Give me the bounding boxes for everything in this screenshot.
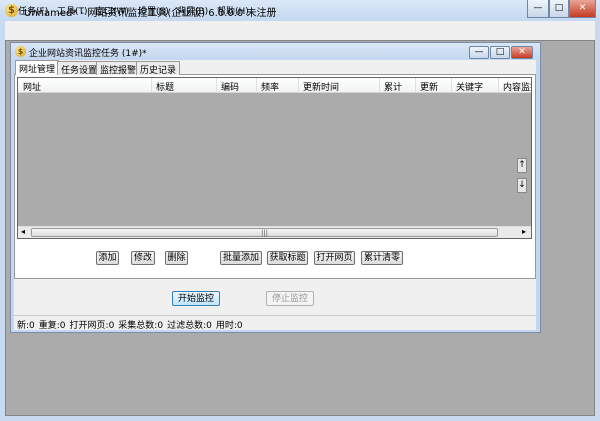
stop-monitor-button[interactable]: 停止监控: [266, 291, 314, 306]
col-update-time[interactable]: 更新时间: [303, 80, 339, 92]
status-new: 新:0: [17, 321, 35, 331]
scroll-thumb[interactable]: |||: [31, 228, 498, 237]
status-bar: 新:0 重复:0 打开网页:0 采集总数:0 过滤总数:0 用时:0: [14, 315, 536, 331]
close-button[interactable]: ✕: [569, 0, 596, 18]
add-button[interactable]: 添加: [96, 251, 119, 265]
tab-history[interactable]: 历史记录: [136, 61, 181, 76]
tab-url-management[interactable]: 网址管理: [15, 60, 60, 75]
col-encoding[interactable]: 编码: [221, 80, 239, 92]
edit-button[interactable]: 修改: [131, 251, 155, 265]
task-minimize-button[interactable]: —: [469, 46, 489, 59]
task-window-title: 企业网站资讯监控任务 (1#)*: [29, 49, 147, 59]
delete-button[interactable]: 删除: [165, 251, 188, 265]
fetch-title-button[interactable]: 获取标题: [267, 251, 308, 265]
minimize-button[interactable]: —: [527, 0, 549, 18]
maximize-button[interactable]: □: [549, 0, 569, 18]
task-logo-icon: $: [15, 46, 26, 57]
menu-background[interactable]: 背景(B): [177, 4, 208, 17]
menu-bar: [5, 21, 595, 40]
app-logo-icon: $: [5, 4, 18, 17]
col-url[interactable]: 网址: [23, 80, 41, 92]
tab-monitor-alarm[interactable]: 监控报警: [96, 61, 141, 76]
status-opened-pages: 打开网页:0: [69, 321, 115, 331]
col-frequency[interactable]: 频率: [261, 80, 279, 92]
col-keyword[interactable]: 关键字: [456, 80, 483, 92]
status-elapsed: 用时:0: [215, 321, 243, 331]
url-list[interactable]: [17, 77, 532, 239]
menu-task[interactable]: 任务(F): [18, 4, 48, 17]
open-page-button[interactable]: 打开网页: [314, 251, 355, 265]
status-filtered-total: 过滤总数:0: [167, 321, 212, 331]
batch-add-button[interactable]: 批量添加: [220, 251, 262, 265]
move-down-button[interactable]: ↓: [517, 178, 527, 193]
menu-help[interactable]: 帮助(H): [217, 4, 249, 17]
task-maximize-button[interactable]: □: [490, 46, 510, 59]
status-collected-total: 采集总数:0: [118, 321, 164, 331]
status-duplicate: 重复:0: [38, 321, 66, 331]
col-content-monitor[interactable]: 内容监控: [503, 80, 531, 92]
tab-task-settings[interactable]: 任务设置: [57, 61, 102, 76]
reset-total-button[interactable]: 累计清零: [361, 251, 403, 265]
menu-window[interactable]: 窗口(W): [95, 4, 129, 17]
col-updates[interactable]: 更新: [420, 80, 438, 92]
col-total[interactable]: 累计: [384, 80, 402, 92]
menu-settings[interactable]: 设置(S): [138, 4, 169, 17]
scroll-right-icon[interactable]: ▸: [522, 227, 526, 236]
col-title[interactable]: 标题: [156, 80, 174, 92]
menu-tools[interactable]: 工具(T): [57, 4, 88, 17]
move-up-button[interactable]: ↑: [517, 158, 527, 173]
horizontal-scrollbar[interactable]: ◂ ||| ▸: [18, 226, 531, 238]
scroll-left-icon[interactable]: ◂: [21, 227, 25, 236]
list-header: 网址 标题 编码 频率 更新时间 累计 更新 关键字 内容监控: [18, 78, 531, 93]
start-monitor-button[interactable]: 开始监控: [172, 291, 220, 306]
task-close-button[interactable]: ✕: [511, 46, 533, 59]
